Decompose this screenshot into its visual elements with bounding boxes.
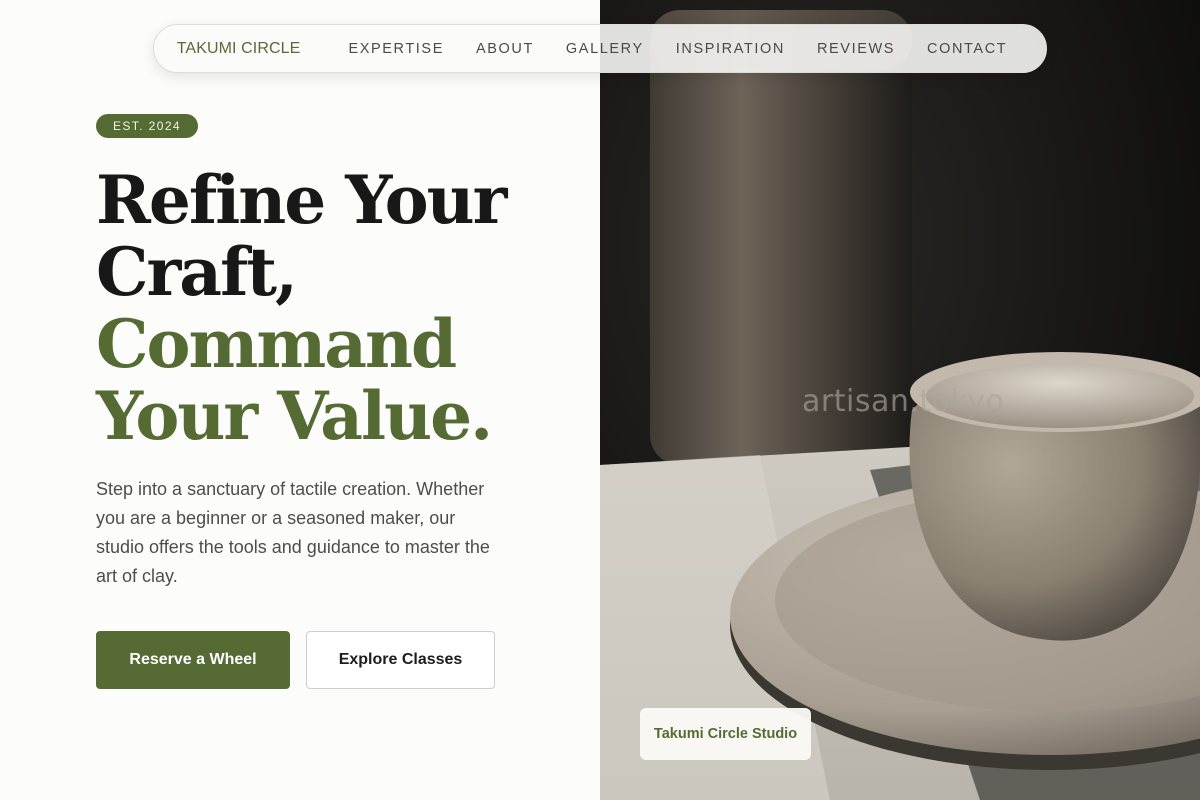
nav-link-expertise[interactable]: EXPERTISE [348, 41, 444, 57]
headline-line-1: Refine Your [96, 161, 507, 239]
nav-link-reviews[interactable]: REVIEWS [817, 41, 895, 57]
explore-classes-button[interactable]: Explore Classes [306, 631, 495, 689]
nav-link-contact[interactable]: CONTACT [927, 41, 1007, 57]
nav-link-about[interactable]: ABOUT [476, 41, 534, 57]
reserve-wheel-button[interactable]: Reserve a Wheel [96, 631, 290, 689]
brand-logo-link[interactable]: TAKUMI CIRCLE [177, 40, 301, 58]
hero-left-panel: EST. 2024 Refine Your Craft, Command You… [0, 0, 600, 800]
nav-link-inspiration[interactable]: INSPIRATION [676, 41, 785, 57]
hero-image: artisan.tokyo Takumi Circle Studio [600, 0, 1200, 800]
established-badge: EST. 2024 [96, 114, 198, 138]
nav-link-gallery[interactable]: GALLERY [566, 41, 644, 57]
studio-label: Takumi Circle Studio [640, 708, 811, 760]
hero-description: Step into a sanctuary of tactile creatio… [96, 479, 490, 586]
hero-headline: Refine Your Craft, Command Your Value. [96, 164, 596, 452]
headline-line-3: Command [96, 305, 457, 383]
headline-line-4: Your Value. [96, 377, 493, 455]
headline-line-2: Craft, [96, 233, 298, 311]
watermark-text: artisan.tokyo [802, 384, 1005, 419]
top-navigation: TAKUMI CIRCLE EXPERTISE ABOUT GALLERY IN… [153, 24, 1047, 73]
